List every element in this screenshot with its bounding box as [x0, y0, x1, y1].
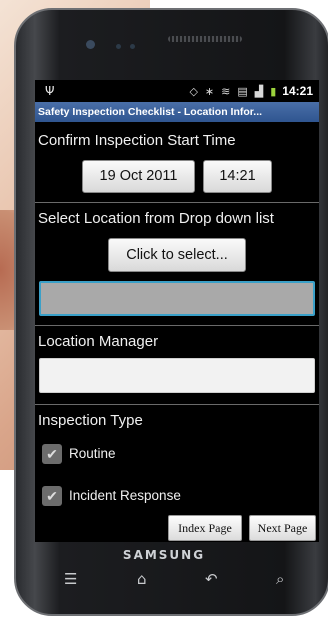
- search-icon[interactable]: ⌕: [276, 570, 284, 588]
- location-field[interactable]: [39, 281, 315, 316]
- wifi-icon: ≋: [221, 84, 231, 98]
- date-button[interactable]: 19 Oct 2011: [82, 160, 195, 193]
- phone-screen: Ψ ◇ ∗ ≋ ▤ ▟ ▮ 14:21 Safety Inspection Ch…: [35, 80, 319, 542]
- camera-icon: [86, 40, 95, 49]
- time-button[interactable]: 14:21: [203, 160, 272, 193]
- sensor-icon: [116, 44, 121, 49]
- location-label: Select Location from Drop down list: [38, 210, 274, 227]
- earpiece-speaker: [168, 36, 242, 42]
- divider: [35, 202, 319, 203]
- incident-response-label: Incident Response: [69, 488, 181, 503]
- menu-icon[interactable]: ☰: [64, 570, 77, 588]
- location-select-button[interactable]: Click to select...: [108, 238, 246, 272]
- sd-icon: ▤: [237, 84, 248, 98]
- divider: [35, 325, 319, 326]
- inspection-type-label: Inspection Type: [38, 412, 143, 429]
- brand-logo: SAMSUNG: [122, 548, 206, 562]
- sensor-icon: [130, 44, 135, 49]
- status-bar: Ψ ◇ ∗ ≋ ▤ ▟ ▮ 14:21: [35, 80, 319, 102]
- checkmark-icon: ✔: [46, 488, 58, 504]
- bluetooth-icon: ∗: [204, 84, 215, 98]
- index-page-button[interactable]: Index Page: [168, 515, 242, 541]
- next-page-button[interactable]: Next Page: [249, 515, 316, 541]
- routine-label: Routine: [69, 446, 116, 461]
- checkmark-icon: ✔: [46, 446, 58, 462]
- incident-response-checkbox[interactable]: ✔: [42, 486, 62, 506]
- manager-label: Location Manager: [38, 333, 159, 350]
- battery-icon: ▮: [270, 84, 277, 98]
- back-icon[interactable]: ↶: [205, 570, 218, 588]
- signal-icon: ▟: [254, 84, 264, 98]
- divider: [35, 404, 319, 405]
- routine-checkbox[interactable]: ✔: [42, 444, 62, 464]
- usb-icon: Ψ: [45, 84, 55, 98]
- home-icon[interactable]: ⌂: [137, 570, 147, 588]
- status-time: 14:21: [282, 84, 313, 98]
- app-title-bar: Safety Inspection Checklist - Location I…: [35, 102, 319, 122]
- manager-input[interactable]: [39, 358, 315, 393]
- gps-icon: ◇: [189, 84, 198, 98]
- start-time-label: Confirm Inspection Start Time: [38, 132, 236, 149]
